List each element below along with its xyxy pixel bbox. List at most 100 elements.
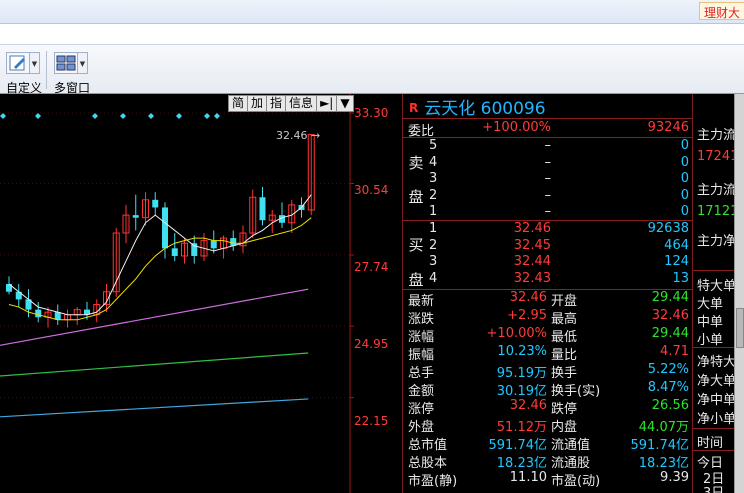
stat-value: 18.23亿 — [496, 456, 547, 471]
weibi-value: 93246 — [647, 120, 689, 135]
chart-menu-icon[interactable]: ▼ — [336, 95, 354, 112]
custom-button[interactable]: ▼ 自定义 — [0, 50, 46, 95]
stat-value: 591.74亿 — [630, 438, 690, 453]
stat-label: 总市值 — [408, 438, 448, 453]
sell-level: 5 — [429, 138, 438, 153]
stat-value: 9.39 — [660, 470, 689, 485]
price-tick: 27.74 — [354, 260, 389, 274]
stat-label: 换手(实) — [551, 384, 601, 399]
candle-body-down — [230, 238, 237, 246]
buy-volume: 13 — [672, 270, 689, 286]
chart-indicator-button[interactable]: 指 — [266, 95, 286, 112]
candle-body-down — [152, 199, 159, 208]
stat-label: 量比 — [551, 348, 578, 363]
info-marker-icon — [0, 113, 6, 119]
stat-value: +2.95 — [507, 308, 547, 323]
chart-info-button[interactable]: 信息 — [285, 95, 317, 112]
info-marker-icon — [204, 113, 210, 119]
buy-price: 32.45 — [513, 237, 551, 253]
info-marker-icon — [176, 113, 182, 119]
buy-volume: 92638 — [647, 221, 689, 236]
multi-window-button[interactable]: ▼ 多窗口 — [48, 50, 94, 95]
candle-body-down — [259, 197, 266, 221]
ma-green-line — [0, 352, 309, 377]
ma-cyan-line — [0, 398, 309, 418]
sell-volume: 0 — [680, 204, 689, 219]
candle-body-down — [54, 312, 61, 320]
stat-label: 振幅 — [408, 348, 435, 363]
stat-label: 流通值 — [551, 438, 591, 453]
flow-row-label: 特大单 — [697, 279, 737, 294]
buy-level: 3 — [429, 254, 438, 269]
chart-button-group: 简 加 指 信息 ►| ▼ — [228, 95, 354, 112]
ma10-line — [8, 217, 312, 321]
capital-flow-panel: 主力流入 1724184 主力流出 1712124 主力净流 特大单 大单 中单… — [692, 94, 744, 493]
stat-label: 涨跌 — [408, 312, 435, 327]
sell-level: 2 — [429, 187, 438, 203]
stat-label: 内盘 — [551, 420, 578, 435]
buy-price: 32.44 — [513, 254, 551, 269]
sell-volume: 0 — [680, 171, 689, 186]
buy-side-label: 盘 — [408, 271, 424, 289]
stat-value: 29.44 — [651, 290, 689, 305]
sell-volume: 0 — [680, 154, 689, 170]
stat-value: 591.74亿 — [488, 438, 548, 453]
candle-body-down — [210, 240, 217, 249]
promo-link[interactable]: 理财大 — [698, 2, 744, 20]
info-marker-icon — [120, 113, 126, 119]
buy-price: 32.43 — [513, 270, 551, 286]
net-row-label: 净中单 — [697, 393, 737, 408]
stat-label: 跌停 — [551, 402, 578, 417]
stat-value: 18.23亿 — [638, 456, 689, 471]
weibi-pct: +100.00% — [482, 120, 551, 135]
net-row-label: 净小单 — [697, 412, 737, 427]
stat-label: 涨停 — [408, 402, 435, 417]
price-tick: 33.30 — [354, 106, 389, 120]
chart-simple-button[interactable]: 简 — [228, 95, 248, 112]
kline-chart[interactable]: 简 加 指 信息 ►| ▼ 33.30 30.54 27.74 24.95 22… — [0, 94, 402, 493]
sell-volume: 0 — [680, 187, 689, 203]
stat-value: 51.12万 — [496, 420, 547, 435]
sell-price: – — [544, 187, 552, 203]
candle-body-down — [191, 243, 198, 256]
candle-body-down — [162, 207, 168, 249]
stat-value: 44.07万 — [638, 420, 689, 435]
custom-dropdown-icon[interactable]: ▼ — [30, 52, 40, 74]
candle-body-down — [171, 248, 178, 256]
stat-value: 32.46 — [651, 308, 689, 323]
stat-value: 30.19亿 — [496, 384, 547, 399]
last-price-marker: 32.46 → — [276, 129, 321, 142]
multi-window-dropdown-icon[interactable]: ▼ — [78, 52, 88, 74]
sell-volume: 0 — [680, 138, 689, 153]
stat-label: 涨幅 — [408, 330, 435, 345]
stat-value: 4.71 — [660, 344, 689, 359]
stat-value: 26.56 — [651, 398, 689, 413]
flow-scrollbar[interactable] — [734, 94, 744, 493]
info-marker-icon — [148, 113, 154, 119]
buy-level: 4 — [429, 270, 438, 286]
price-tick: 30.54 — [354, 183, 389, 197]
kline-canvas — [0, 94, 354, 493]
chart-add-button[interactable]: 加 — [247, 95, 267, 112]
chart-next-icon[interactable]: ►| — [316, 95, 337, 112]
stat-value: 5.22% — [647, 362, 689, 377]
stat-label: 外盘 — [408, 420, 435, 435]
candle-body-down — [35, 309, 42, 318]
stock-name: 云天化 — [424, 99, 476, 119]
toolbar-separator — [46, 51, 47, 89]
sell-level: 3 — [429, 171, 438, 186]
quote-panel: R 云天化 600096 委比 +100.00% 93246 卖 盘 5 – 04… — [402, 94, 693, 493]
stat-label: 换手 — [551, 366, 578, 381]
price-tick: 24.95 — [354, 337, 389, 351]
scrollbar-thumb[interactable] — [736, 308, 744, 348]
stat-label: 市盈(动) — [551, 474, 601, 489]
multi-window-icon — [54, 52, 78, 74]
stat-label: 总股本 — [408, 456, 448, 471]
stat-value: 8.47% — [647, 380, 689, 395]
stat-value: 32.46 — [509, 398, 547, 413]
sell-price: – — [544, 204, 552, 219]
flow-row-label: 大单 — [697, 297, 724, 312]
sell-level: 4 — [429, 154, 438, 170]
stat-label: 最高 — [551, 312, 578, 327]
stat-value: 11.10 — [509, 470, 547, 485]
